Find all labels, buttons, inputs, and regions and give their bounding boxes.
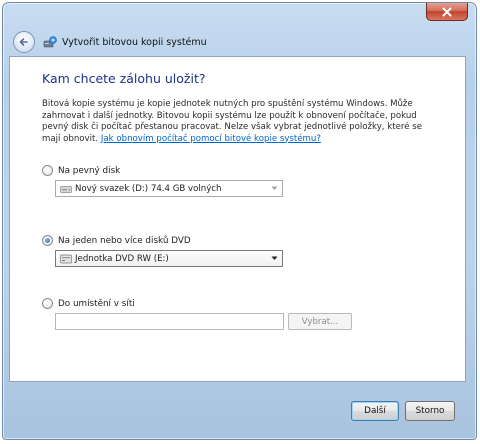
dvd-label: Na jeden nebo více disků DVD [58, 235, 191, 246]
close-icon [442, 7, 452, 16]
back-button[interactable] [13, 31, 35, 53]
back-arrow-icon [19, 38, 28, 46]
close-button[interactable] [426, 3, 468, 21]
option-dvd[interactable]: Na jeden nebo více disků DVD [42, 235, 191, 246]
hard-disk-label: Na pevný disk [58, 165, 121, 176]
content-panel: Kam chcete zálohu uložit? Bitová kopie s… [9, 56, 466, 382]
next-button[interactable]: Další [351, 401, 399, 421]
description-text: Bitová kopie systému je kopie jednotek n… [42, 99, 437, 145]
hard-disk-select[interactable]: Nový svazek (D:) 74.4 GB volných [55, 180, 283, 197]
browse-button[interactable]: Vybrat... [288, 313, 352, 330]
hard-disk-icon [60, 185, 72, 193]
network-path-input[interactable] [55, 313, 284, 330]
dvd-select-value: Jednotka DVD RW (E:) [75, 253, 169, 264]
dvd-select[interactable]: Jednotka DVD RW (E:) [55, 250, 283, 267]
title-row: Vytvořit bitovou kopii systému [13, 29, 468, 55]
window-title: Vytvořit bitovou kopii systému [62, 36, 207, 48]
page-heading: Kam chcete zálohu uložit? [42, 71, 206, 86]
network-radio[interactable] [42, 298, 53, 309]
chevron-down-icon [271, 256, 278, 260]
dvd-drive-icon [60, 254, 72, 263]
option-hard-disk[interactable]: Na pevný disk [42, 165, 120, 176]
chevron-down-icon [271, 186, 278, 190]
dvd-radio[interactable] [42, 235, 53, 246]
option-network[interactable]: Do umístění v síti [42, 298, 135, 309]
cancel-button[interactable]: Storno [405, 401, 455, 421]
network-label: Do umístění v síti [58, 298, 135, 309]
hard-disk-select-value: Nový svazek (D:) 74.4 GB volných [75, 183, 222, 194]
backup-icon [43, 36, 57, 48]
help-link[interactable]: Jak obnovím počítač pomocí bitové kopie … [101, 134, 321, 144]
hard-disk-radio[interactable] [42, 165, 53, 176]
